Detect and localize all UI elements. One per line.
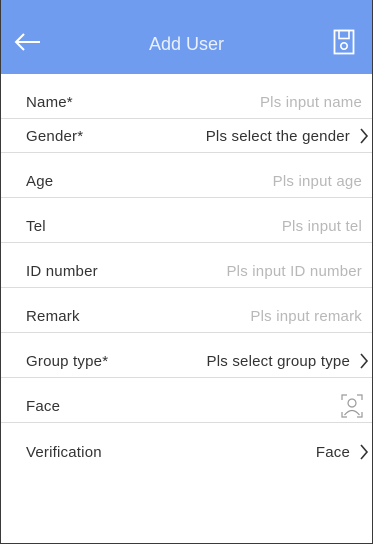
gender-row[interactable]: Gender* Pls select the gender bbox=[1, 119, 372, 153]
name-label: Name* bbox=[26, 94, 73, 111]
verification-label: Verification bbox=[26, 444, 102, 461]
add-user-screen: Add User Name* Pls input name Gender* Pl… bbox=[0, 0, 373, 544]
name-input[interactable]: Pls input name bbox=[260, 94, 362, 111]
face-label: Face bbox=[26, 398, 61, 415]
chevron-right-icon[interactable] bbox=[359, 353, 369, 369]
age-label: Age bbox=[26, 173, 54, 190]
verification-row[interactable]: Verification Face bbox=[1, 423, 372, 468]
tel-label: Tel bbox=[26, 218, 46, 235]
age-row[interactable]: Age Pls input age bbox=[1, 153, 372, 198]
remark-label: Remark bbox=[26, 308, 80, 325]
age-input[interactable]: Pls input age bbox=[273, 173, 362, 190]
group-type-select[interactable]: Pls select group type bbox=[207, 353, 350, 370]
remark-input[interactable]: Pls input remark bbox=[250, 308, 362, 325]
name-row[interactable]: Name* Pls input name bbox=[1, 74, 372, 119]
tel-row[interactable]: Tel Pls input tel bbox=[1, 198, 372, 243]
save-disk-icon[interactable] bbox=[333, 29, 355, 55]
id-number-label: ID number bbox=[26, 263, 98, 280]
chevron-right-icon[interactable] bbox=[359, 128, 369, 144]
face-row[interactable]: Face bbox=[1, 378, 372, 423]
verification-select[interactable]: Face bbox=[316, 444, 350, 461]
app-header: Add User bbox=[1, 0, 372, 74]
gender-label: Gender* bbox=[26, 128, 84, 145]
id-number-input[interactable]: Pls input ID number bbox=[226, 263, 362, 280]
user-form: Name* Pls input name Gender* Pls select … bbox=[1, 74, 372, 468]
id-number-row[interactable]: ID number Pls input ID number bbox=[1, 243, 372, 288]
group-type-label: Group type* bbox=[26, 353, 109, 370]
page-title: Add User bbox=[148, 34, 225, 54]
gender-select[interactable]: Pls select the gender bbox=[206, 128, 350, 145]
group-type-row[interactable]: Group type* Pls select group type bbox=[1, 333, 372, 378]
remark-row[interactable]: Remark Pls input remark bbox=[1, 288, 372, 333]
face-capture-icon[interactable] bbox=[341, 394, 363, 418]
chevron-right-icon[interactable] bbox=[359, 444, 369, 460]
tel-input[interactable]: Pls input tel bbox=[282, 218, 362, 235]
